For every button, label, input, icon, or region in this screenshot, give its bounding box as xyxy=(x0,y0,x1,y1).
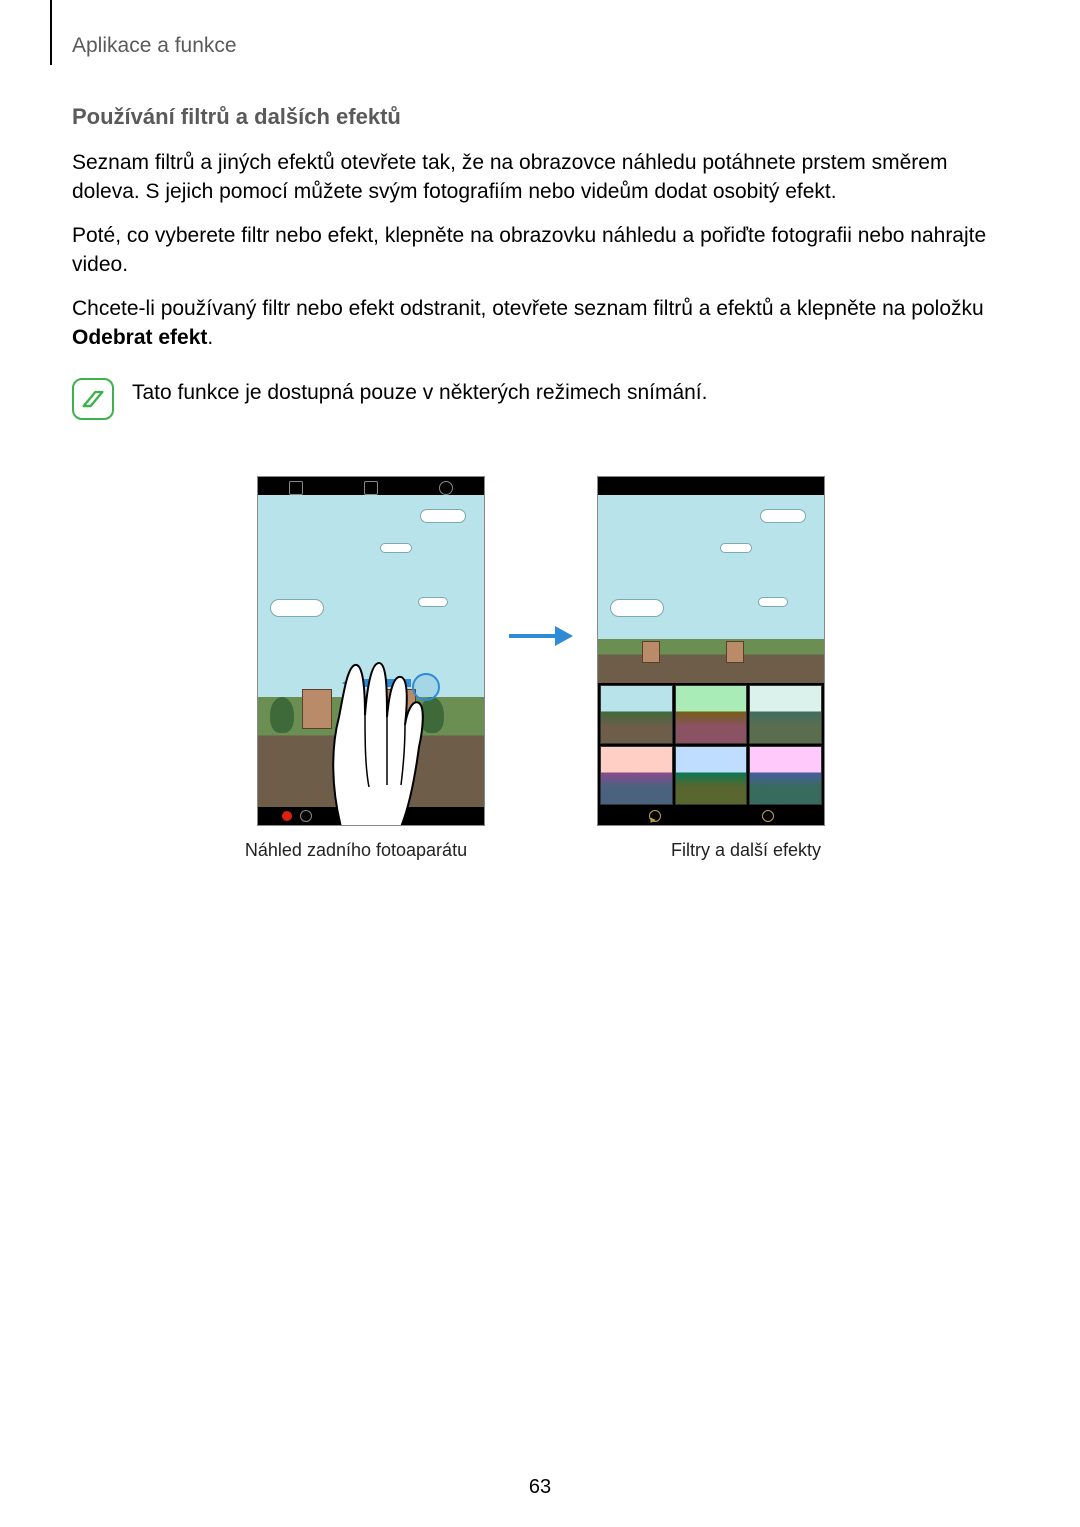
filter-thumbnail xyxy=(600,685,673,744)
page-number: 63 xyxy=(0,1476,1080,1499)
paragraph-3-a: Chcete-li používaný filtr nebo efekt ods… xyxy=(72,297,984,320)
cloud-icon xyxy=(758,597,788,607)
swipe-hand-icon xyxy=(291,617,451,826)
building-icon xyxy=(726,641,744,663)
figure-captions: Náhled zadního fotoaparátu Filtry a dalš… xyxy=(72,840,1010,861)
header-rule xyxy=(50,0,52,65)
note-icon xyxy=(72,378,114,420)
paragraph-1: Seznam filtrů a jiných efektů otevřete t… xyxy=(72,148,1010,207)
caption-right: Filtry a další efekty xyxy=(646,840,846,861)
filters-bottom-bar xyxy=(598,807,824,825)
filter-thumbnail xyxy=(749,746,822,805)
filter-thumbnail xyxy=(675,685,748,744)
filter-thumbnail xyxy=(600,746,673,805)
mode-dot-icon xyxy=(649,810,661,822)
transition-arrow-icon xyxy=(509,624,573,648)
phone-preview-left xyxy=(257,476,485,826)
cloud-icon xyxy=(720,543,752,553)
paragraph-3-c: . xyxy=(207,326,213,349)
figure-row xyxy=(72,476,1010,826)
caption-left: Náhled zadního fotoaparátu xyxy=(236,840,476,861)
settings-gear-icon xyxy=(439,481,453,495)
paragraph-2: Poté, co vyberete filtr nebo efekt, klep… xyxy=(72,221,1010,280)
content-area: Používání filtrů a dalších efektů Seznam… xyxy=(72,104,1010,861)
switch-camera-icon xyxy=(289,481,303,495)
camera-topbar xyxy=(258,481,484,495)
paragraph-3: Chcete-li používaný filtr nebo efekt ods… xyxy=(72,294,1010,353)
building-icon xyxy=(642,641,660,663)
filters-top-preview xyxy=(598,495,824,683)
filter-thumbnail xyxy=(749,685,822,744)
flash-icon xyxy=(364,481,378,495)
note-row: Tato funkce je dostupná pouze v některýc… xyxy=(72,378,1010,420)
section-title: Používání filtrů a dalších efektů xyxy=(72,104,1010,130)
note-text: Tato funkce je dostupná pouze v některýc… xyxy=(132,378,707,407)
filters-grid xyxy=(598,683,824,807)
cloud-icon xyxy=(420,509,466,523)
remove-effect-label: Odebrat efekt xyxy=(72,326,207,349)
mode-dot-icon xyxy=(762,810,774,822)
cloud-icon xyxy=(380,543,412,553)
breadcrumb: Aplikace a funkce xyxy=(72,34,237,58)
cloud-icon xyxy=(610,599,664,617)
phone-preview-right xyxy=(597,476,825,826)
filter-thumbnail xyxy=(675,746,748,805)
cloud-icon xyxy=(270,599,324,617)
landscape-ground xyxy=(598,639,824,683)
cloud-icon xyxy=(418,597,448,607)
cloud-icon xyxy=(760,509,806,523)
